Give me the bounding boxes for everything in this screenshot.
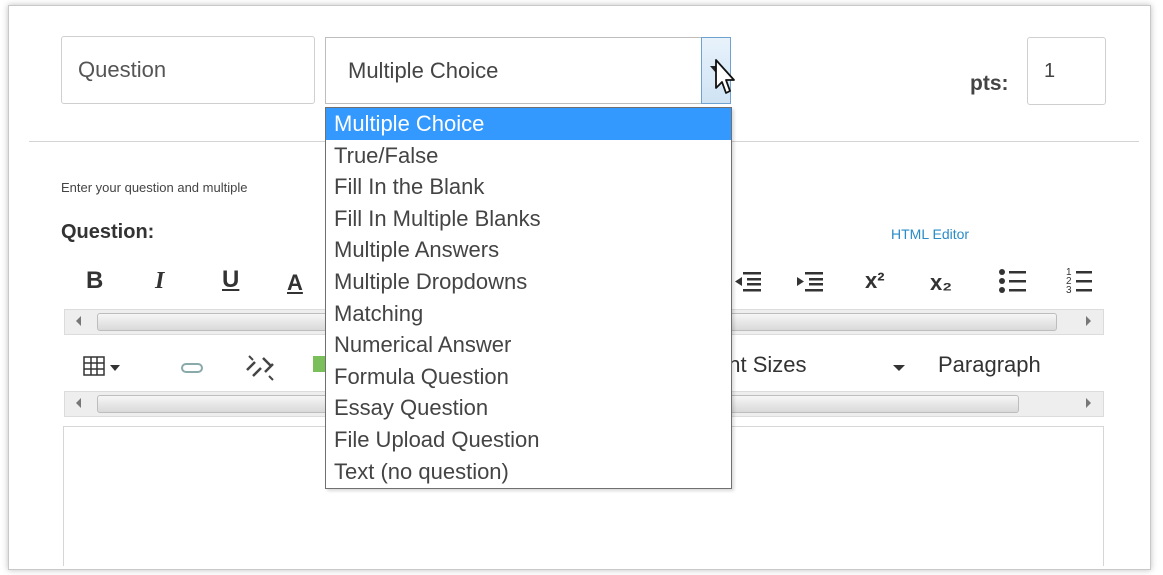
link-icon[interactable] — [180, 360, 206, 376]
font-color-button[interactable]: A — [287, 268, 303, 298]
scroll-left-arrow[interactable] — [76, 316, 81, 326]
option-multiple-choice[interactable]: Multiple Choice — [326, 108, 731, 140]
bullet-list-icon[interactable] — [998, 268, 1028, 294]
option-fill-in-multiple-blanks[interactable]: Fill In Multiple Blanks — [326, 203, 731, 235]
subscript-button[interactable]: x₂ — [930, 268, 952, 298]
mouse-cursor-icon — [715, 59, 735, 94]
italic-button[interactable]: I — [155, 266, 164, 296]
option-formula-question[interactable]: Formula Question — [326, 361, 731, 393]
option-file-upload-question[interactable]: File Upload Question — [326, 424, 731, 456]
table-icon[interactable] — [83, 355, 139, 379]
svg-text:3: 3 — [1066, 285, 1072, 296]
option-numerical-answer[interactable]: Numerical Answer — [326, 329, 731, 361]
paragraph-select[interactable]: Paragraph — [938, 352, 1041, 378]
points-input[interactable]: 1 — [1027, 37, 1106, 105]
option-multiple-answers[interactable]: Multiple Answers — [326, 234, 731, 266]
option-matching[interactable]: Matching — [326, 298, 731, 330]
question-label: Question: — [61, 221, 155, 243]
superscript-button[interactable]: x² — [865, 266, 885, 296]
scroll-left-arrow[interactable] — [76, 398, 81, 408]
option-true-false[interactable]: True/False — [326, 140, 731, 172]
html-editor-link[interactable]: HTML Editor — [891, 226, 969, 242]
option-multiple-dropdowns[interactable]: Multiple Dropdowns — [326, 266, 731, 298]
unlink-icon[interactable] — [243, 352, 277, 382]
question-type-select[interactable]: Multiple Choice — [325, 37, 731, 104]
question-type-selected: Multiple Choice — [348, 58, 499, 83]
outdent-icon[interactable] — [733, 270, 763, 294]
instructions-text: Enter your question and multiple — [61, 180, 248, 195]
option-text-no-question[interactable]: Text (no question) — [326, 456, 731, 488]
option-essay-question[interactable]: Essay Question — [326, 392, 731, 424]
scroll-right-arrow[interactable] — [1086, 398, 1091, 408]
bold-button[interactable]: B — [86, 266, 103, 296]
indent-icon[interactable] — [795, 270, 825, 294]
points-label: pts: — [970, 72, 1009, 95]
question-type-dropdown-list[interactable]: Multiple Choice True/False Fill In the B… — [325, 107, 732, 489]
image-icon[interactable] — [313, 356, 325, 372]
option-fill-in-the-blank[interactable]: Fill In the Blank — [326, 171, 731, 203]
scroll-right-arrow[interactable] — [1086, 316, 1091, 326]
question-name-input[interactable]: Question — [61, 36, 315, 104]
underline-button[interactable]: U — [222, 265, 239, 295]
chevron-down-icon[interactable] — [893, 365, 905, 371]
numbered-list-icon[interactable]: 1 2 3 — [1066, 265, 1096, 297]
